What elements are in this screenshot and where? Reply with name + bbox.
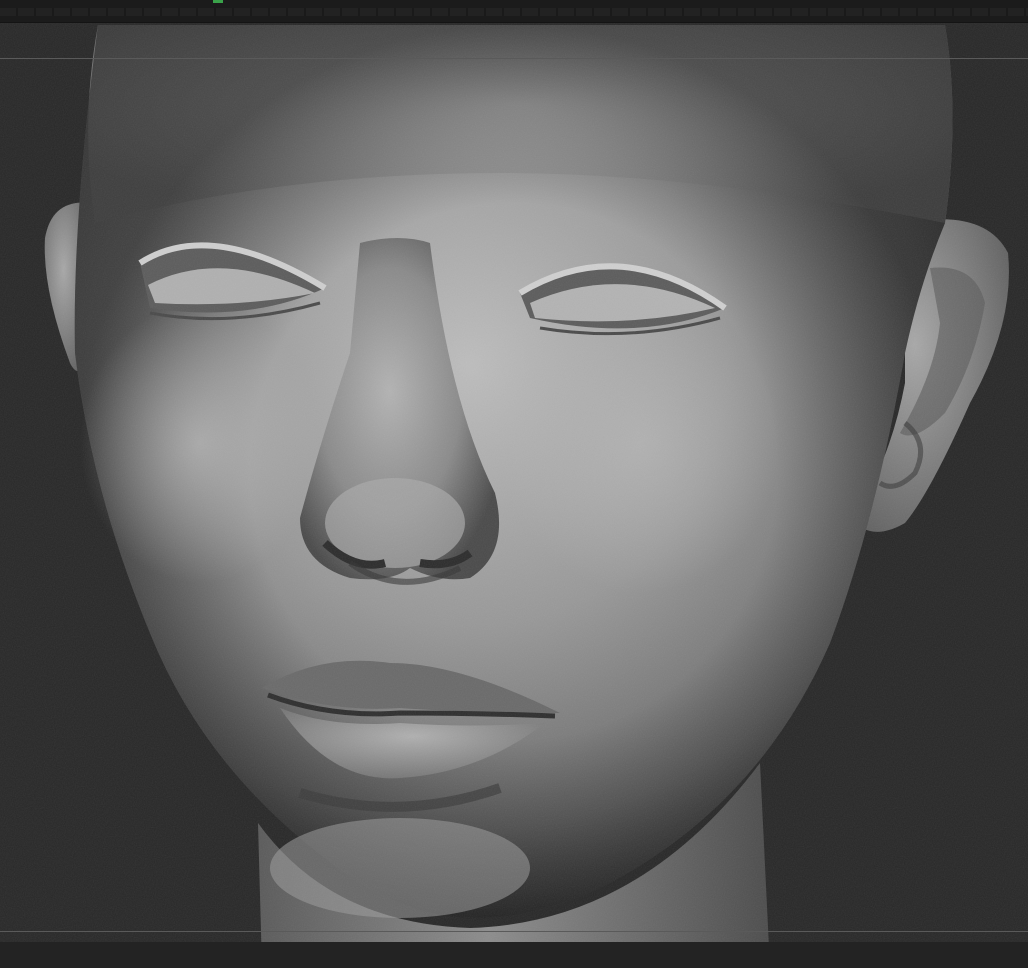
- bottom-status-band: [0, 942, 1028, 968]
- shelf-tick-strip: [0, 8, 1028, 16]
- guide-line-top: [0, 58, 1028, 59]
- head-sculpt-model[interactable]: [0, 23, 1028, 968]
- skin-texture-overlay: [0, 23, 1028, 968]
- guide-line-bottom: [0, 931, 1028, 932]
- active-indicator: [213, 0, 223, 3]
- canvas-viewport[interactable]: [0, 23, 1028, 968]
- top-shelf-bar[interactable]: [0, 0, 1028, 23]
- sculpt-application: [0, 0, 1028, 968]
